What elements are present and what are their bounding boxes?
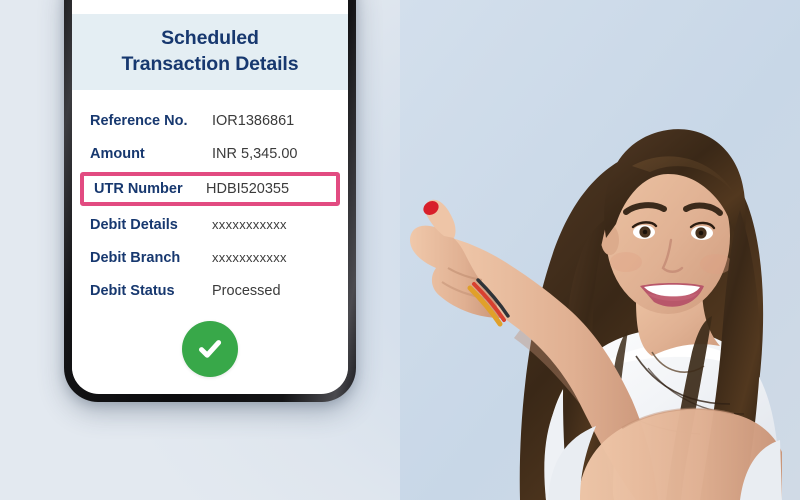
detail-label: Amount xyxy=(90,145,145,162)
detail-value: xxxxxxxxxxx xyxy=(212,217,287,232)
detail-value: xxxxxxxxxxx xyxy=(212,250,287,265)
success-check-button[interactable] xyxy=(182,321,238,377)
detail-row-amount: Amount INR 5,345.00 xyxy=(72,137,348,170)
detail-value: IOR1386861 xyxy=(212,112,295,129)
detail-row-utr-number-highlighted: UTR Number HDBI520355 xyxy=(80,172,340,206)
photo-woman-pointing xyxy=(400,0,800,500)
detail-value: INR 5,345.00 xyxy=(212,145,298,162)
detail-value: HDBI520355 xyxy=(206,181,290,197)
detail-row-debit-branch: Debit Branch xxxxxxxxxxx xyxy=(72,241,348,274)
smartphone-mockup: Scheduled Transaction Details Reference … xyxy=(64,0,356,416)
screen-header: Scheduled Transaction Details xyxy=(72,14,348,90)
detail-label: Debit Branch xyxy=(90,249,181,266)
phone-screen: Scheduled Transaction Details Reference … xyxy=(72,0,348,394)
detail-label: UTR Number xyxy=(94,181,183,197)
transaction-details-list: Reference No. IOR1386861 Amount INR 5,34… xyxy=(72,90,348,307)
detail-row-debit-details: Debit Details xxxxxxxxxxx xyxy=(72,208,348,241)
screen-top-padding xyxy=(72,0,348,14)
detail-row-debit-status: Debit Status Processed xyxy=(72,274,348,307)
detail-value: Processed xyxy=(212,282,281,299)
screenshot-canvas: Scheduled Transaction Details Reference … xyxy=(0,0,800,500)
check-icon xyxy=(194,333,226,365)
detail-row-reference-no: Reference No. IOR1386861 xyxy=(72,104,348,137)
detail-label: Reference No. xyxy=(90,112,188,129)
detail-label: Debit Details xyxy=(90,216,178,233)
page-title-line2: Transaction Details xyxy=(121,53,299,75)
page-title-line1: Scheduled xyxy=(161,27,259,49)
detail-label: Debit Status xyxy=(90,282,175,299)
confirmation-area xyxy=(72,307,348,387)
